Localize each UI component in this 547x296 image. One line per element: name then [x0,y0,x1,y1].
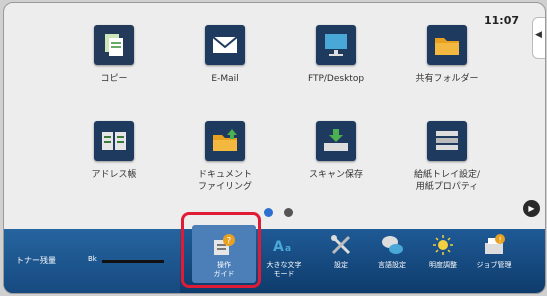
chevron-left-icon: ◀ [535,30,542,40]
large-text-label: 大きな文字 モード [266,261,302,278]
document-filing-icon [205,121,245,161]
scan-save-tile[interactable]: スキャン保存 [281,121,391,181]
scan-save-label: スキャン保存 [308,170,363,180]
paper-tray-icon [427,121,467,161]
scan-save-icon [316,121,356,161]
toner-gauge [102,260,164,263]
svg-text:a: a [285,244,291,254]
shared-folder-icon [427,25,467,65]
job-status-icon: ! [483,234,505,256]
toner-level-panel: トナー残量 Bk [4,229,180,293]
svg-text:A: A [273,239,284,255]
next-page-button[interactable]: ▶ [523,200,540,217]
copy-label: コピー [100,74,128,84]
toner-color-label: Bk [88,255,97,263]
page-indicator [264,202,304,221]
job-status-label: ジョブ管理 [476,261,512,269]
desktop-icon [316,25,356,65]
document-filing-tile[interactable]: ドキュメント ファイリング [170,121,280,193]
page-dot-active [264,208,273,217]
settings-button[interactable]: 設定 [316,231,366,270]
svg-text:!: ! [499,236,502,245]
address-book-tile[interactable]: アドレス帳 [59,121,169,181]
operation-guide-callout-frame [181,212,261,288]
address-book-icon [94,121,134,161]
copy-tile[interactable]: コピー [59,25,169,85]
language-icon [381,234,403,256]
job-status-button[interactable]: ! ジョブ管理 [469,231,519,270]
brightness-label: 明度調整 [429,261,457,269]
side-panel-tab[interactable]: ◀ [532,17,545,59]
page-dot [284,208,293,217]
brightness-button[interactable]: 明度調整 [418,231,468,270]
toner-label: トナー残量 [16,256,56,265]
copy-icon [94,25,134,65]
email-icon [205,25,245,65]
ftp-desktop-tile[interactable]: FTP/Desktop [281,25,391,85]
shared-folder-tile[interactable]: 共有フォルダー [392,25,502,85]
language-button[interactable]: 言語設定 [367,231,417,270]
paper-tray-label: 給紙トレイ設定/用紙プロパティ [413,170,481,192]
home-screen: 11:07 ◀ コピー E-Mail FTP/Desktop 共有フォルダー ア… [3,2,546,294]
email-label: E-Mail [211,74,239,84]
address-book-label: アドレス帳 [91,170,137,180]
brightness-icon [432,234,454,256]
language-label: 言語設定 [378,261,406,269]
ftp-desktop-label: FTP/Desktop [307,74,365,84]
shared-folder-label: 共有フォルダー [415,74,479,84]
large-text-button[interactable]: Aa 大きな文字 モード [259,231,309,279]
paper-tray-tile[interactable]: 給紙トレイ設定/用紙プロパティ [392,121,502,193]
large-text-icon: Aa [273,234,295,256]
email-tile[interactable]: E-Mail [170,25,280,85]
settings-label: 設定 [334,261,348,269]
document-filing-label: ドキュメント ファイリング [197,170,252,192]
settings-icon [330,234,352,256]
